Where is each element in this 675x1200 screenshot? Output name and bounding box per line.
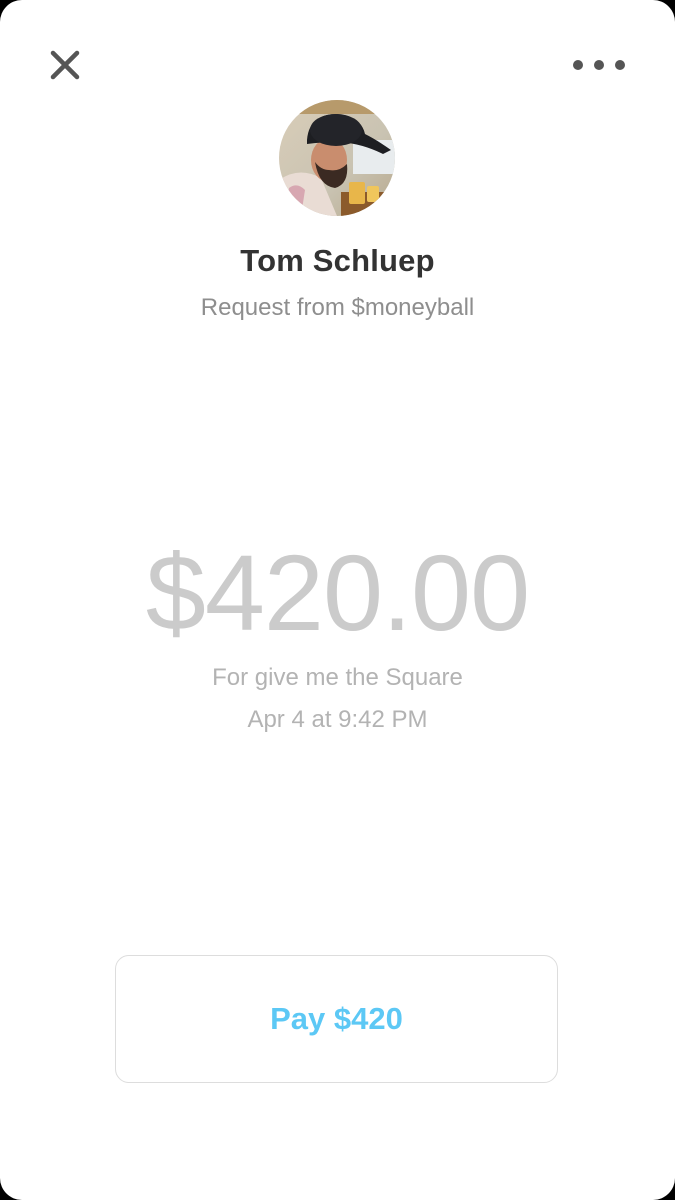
close-button[interactable] bbox=[44, 44, 86, 86]
pay-button[interactable]: Pay $420 bbox=[115, 955, 558, 1083]
avatar bbox=[279, 100, 395, 216]
more-horizontal-icon bbox=[573, 60, 625, 70]
more-options-button[interactable] bbox=[566, 48, 632, 82]
pay-button-label: Pay $420 bbox=[270, 1001, 403, 1036]
request-date: Apr 4 at 9:42 PM bbox=[247, 706, 428, 733]
request-amount: $420.00 bbox=[145, 532, 530, 653]
requester-name: Tom Schluep bbox=[240, 243, 435, 278]
request-screen: Tom Schluep Request from $moneyball $420… bbox=[0, 0, 675, 1200]
close-icon bbox=[50, 50, 80, 80]
request-subtitle: Request from $moneyball bbox=[200, 294, 475, 321]
profile-photo bbox=[279, 100, 395, 216]
request-note: For give me the Square bbox=[212, 664, 463, 691]
